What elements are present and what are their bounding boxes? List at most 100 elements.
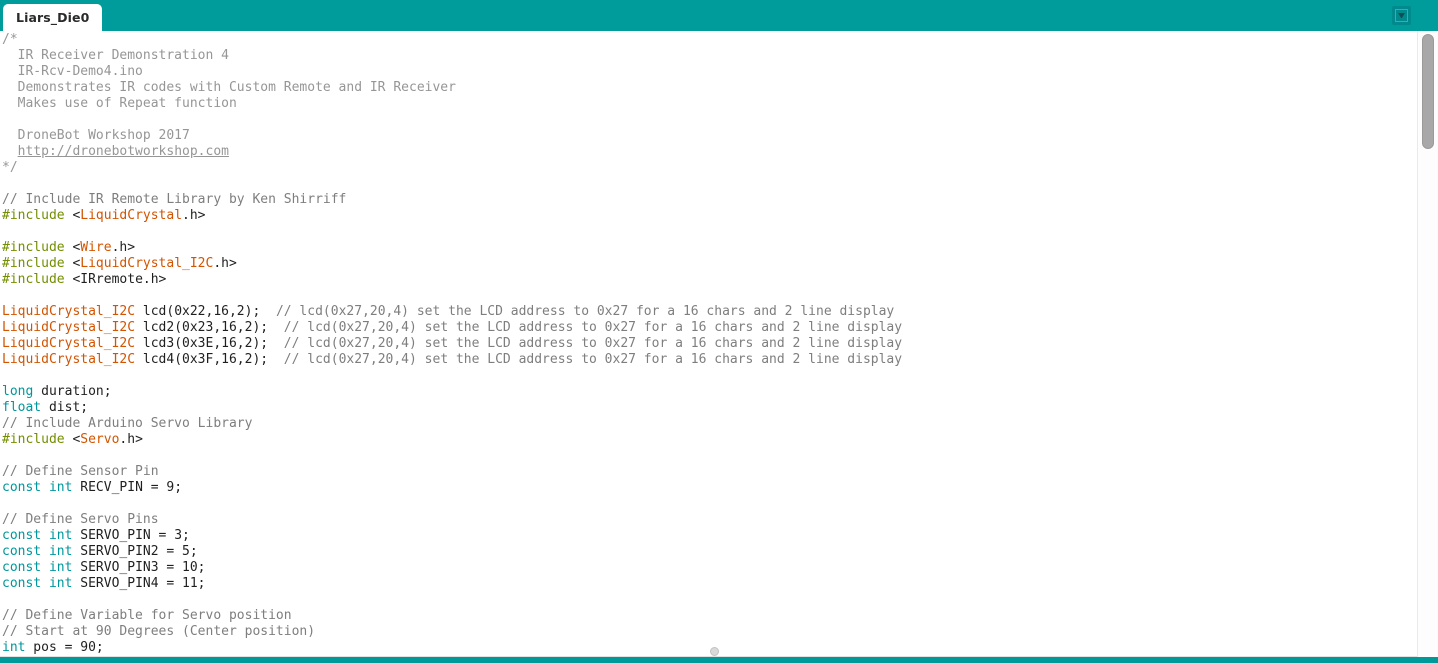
split-pane-handle[interactable] xyxy=(710,647,719,656)
code-line[interactable]: LiquidCrystal_I2C lcd2(0x23,16,2); // lc… xyxy=(2,320,1417,336)
scrollbar-thumb[interactable] xyxy=(1422,34,1434,149)
code-token: Wire xyxy=(80,240,112,255)
code-line[interactable]: DroneBot Workshop 2017 xyxy=(2,128,1417,144)
code-line[interactable]: #include <Servo.h> xyxy=(2,432,1417,448)
code-token: duration; xyxy=(33,384,112,399)
code-line[interactable]: // Define Sensor Pin xyxy=(2,464,1417,480)
code-token: lcd4(0x3F,16,2); xyxy=(135,352,284,367)
code-token: LiquidCrystal_I2C xyxy=(80,256,214,271)
code-line[interactable] xyxy=(2,448,1417,464)
code-token: int xyxy=(48,576,73,591)
code-token: http://dronebotworkshop.com xyxy=(17,144,229,159)
code-token: .h> xyxy=(119,432,143,447)
code-token: lcd3(0x3E,16,2); xyxy=(135,336,284,351)
code-token: SERVO_PIN3 = 10; xyxy=(72,560,206,575)
code-line[interactable]: Demonstrates IR codes with Custom Remote… xyxy=(2,80,1417,96)
code-line[interactable]: #include <LiquidCrystal_I2C.h> xyxy=(2,256,1417,272)
code-text[interactable]: /* IR Receiver Demonstration 4 IR-Rcv-De… xyxy=(0,31,1417,656)
editor-area[interactable]: /* IR Receiver Demonstration 4 IR-Rcv-De… xyxy=(0,31,1438,657)
code-line[interactable]: */ xyxy=(2,160,1417,176)
code-token: const xyxy=(2,560,42,575)
code-token: lcd2(0x23,16,2); xyxy=(135,320,284,335)
code-token: // Include IR Remote Library by Ken Shir… xyxy=(2,192,347,207)
code-token: // Define Variable for Servo position xyxy=(2,608,292,623)
code-line[interactable]: // Define Servo Pins xyxy=(2,512,1417,528)
code-token: */ xyxy=(2,160,18,175)
code-token: Makes use of Repeat function xyxy=(2,96,237,111)
code-token: SERVO_PIN = 3; xyxy=(72,528,190,543)
code-line[interactable]: const int SERVO_PIN2 = 5; xyxy=(2,544,1417,560)
bottom-accent-strip xyxy=(0,657,1438,663)
code-line[interactable]: // Define Variable for Servo position xyxy=(2,608,1417,624)
code-line[interactable]: // Start at 90 Degrees (Center position) xyxy=(2,624,1417,640)
code-line[interactable] xyxy=(2,112,1417,128)
code-token: < xyxy=(64,256,81,271)
code-token: #include xyxy=(2,272,65,287)
code-token: /* xyxy=(2,32,18,47)
chevron-down-icon xyxy=(1395,9,1408,22)
code-token: const xyxy=(2,544,42,559)
code-line[interactable] xyxy=(2,592,1417,608)
code-line[interactable]: // Include IR Remote Library by Ken Shir… xyxy=(2,192,1417,208)
code-line[interactable]: float dist; xyxy=(2,400,1417,416)
code-token: <IRremote.h> xyxy=(64,272,167,287)
code-token: int xyxy=(48,528,73,543)
code-line[interactable]: const int SERVO_PIN4 = 11; xyxy=(2,576,1417,592)
arduino-ide-window: Liars_Die0 /* IR Receiver Demonstration … xyxy=(0,0,1438,663)
code-token: int xyxy=(48,544,73,559)
code-token: LiquidCrystal_I2C xyxy=(2,352,136,367)
code-token: lcd(0x22,16,2); xyxy=(135,304,276,319)
tab-menu-button[interactable] xyxy=(1392,6,1411,25)
code-line[interactable] xyxy=(2,368,1417,384)
code-token: long xyxy=(2,384,34,399)
code-token: // lcd(0x27,20,4) set the LCD address to… xyxy=(283,352,903,367)
code-token: #include xyxy=(2,208,65,223)
code-line[interactable] xyxy=(2,496,1417,512)
code-token: #include xyxy=(2,432,65,447)
code-line[interactable]: Makes use of Repeat function xyxy=(2,96,1417,112)
tab-bar: Liars_Die0 xyxy=(0,0,1438,31)
code-token: int xyxy=(2,640,26,655)
code-line[interactable]: LiquidCrystal_I2C lcd3(0x3E,16,2); // lc… xyxy=(2,336,1417,352)
code-line[interactable]: long duration; xyxy=(2,384,1417,400)
code-line[interactable]: const int SERVO_PIN = 3; xyxy=(2,528,1417,544)
vertical-scrollbar[interactable] xyxy=(1417,31,1438,657)
code-line[interactable]: LiquidCrystal_I2C lcd(0x22,16,2); // lcd… xyxy=(2,304,1417,320)
code-line[interactable]: // Include Arduino Servo Library xyxy=(2,416,1417,432)
code-token: LiquidCrystal xyxy=(80,208,183,223)
code-line[interactable]: /* xyxy=(2,32,1417,48)
code-line[interactable] xyxy=(2,224,1417,240)
code-token: IR-Rcv-Demo4.ino xyxy=(2,64,143,79)
code-line[interactable]: const int SERVO_PIN3 = 10; xyxy=(2,560,1417,576)
code-surface[interactable]: /* IR Receiver Demonstration 4 IR-Rcv-De… xyxy=(0,31,1417,657)
code-token: // Start at 90 Degrees (Center position) xyxy=(2,624,316,639)
code-token: const xyxy=(2,576,42,591)
code-token: SERVO_PIN2 = 5; xyxy=(72,544,198,559)
code-line[interactable]: const int RECV_PIN = 9; xyxy=(2,480,1417,496)
code-token: SERVO_PIN4 = 11; xyxy=(72,576,206,591)
code-line[interactable]: IR Receiver Demonstration 4 xyxy=(2,48,1417,64)
code-token: IR Receiver Demonstration 4 xyxy=(2,48,229,63)
code-token: .h> xyxy=(213,256,237,271)
code-token: .h> xyxy=(111,240,136,255)
code-token: // lcd(0x27,20,4) set the LCD address to… xyxy=(283,320,903,335)
code-token: #include xyxy=(2,256,65,271)
code-line[interactable]: IR-Rcv-Demo4.ino xyxy=(2,64,1417,80)
editor-tab-label: Liars_Die0 xyxy=(16,10,90,25)
code-line[interactable] xyxy=(2,176,1417,192)
code-token: int xyxy=(48,560,73,575)
editor-tab[interactable]: Liars_Die0 xyxy=(3,4,103,31)
code-line[interactable]: int pos = 90; xyxy=(2,640,1417,656)
code-token: // Define Sensor Pin xyxy=(2,464,159,479)
code-line[interactable]: http://dronebotworkshop.com xyxy=(2,144,1417,160)
code-line[interactable] xyxy=(2,288,1417,304)
code-line[interactable]: #include <IRremote.h> xyxy=(2,272,1417,288)
code-token: const xyxy=(2,480,42,495)
code-line[interactable]: #include <Wire.h> xyxy=(2,240,1417,256)
code-line[interactable]: #include <LiquidCrystal.h> xyxy=(2,208,1417,224)
code-line[interactable]: LiquidCrystal_I2C lcd4(0x3F,16,2); // lc… xyxy=(2,352,1417,368)
